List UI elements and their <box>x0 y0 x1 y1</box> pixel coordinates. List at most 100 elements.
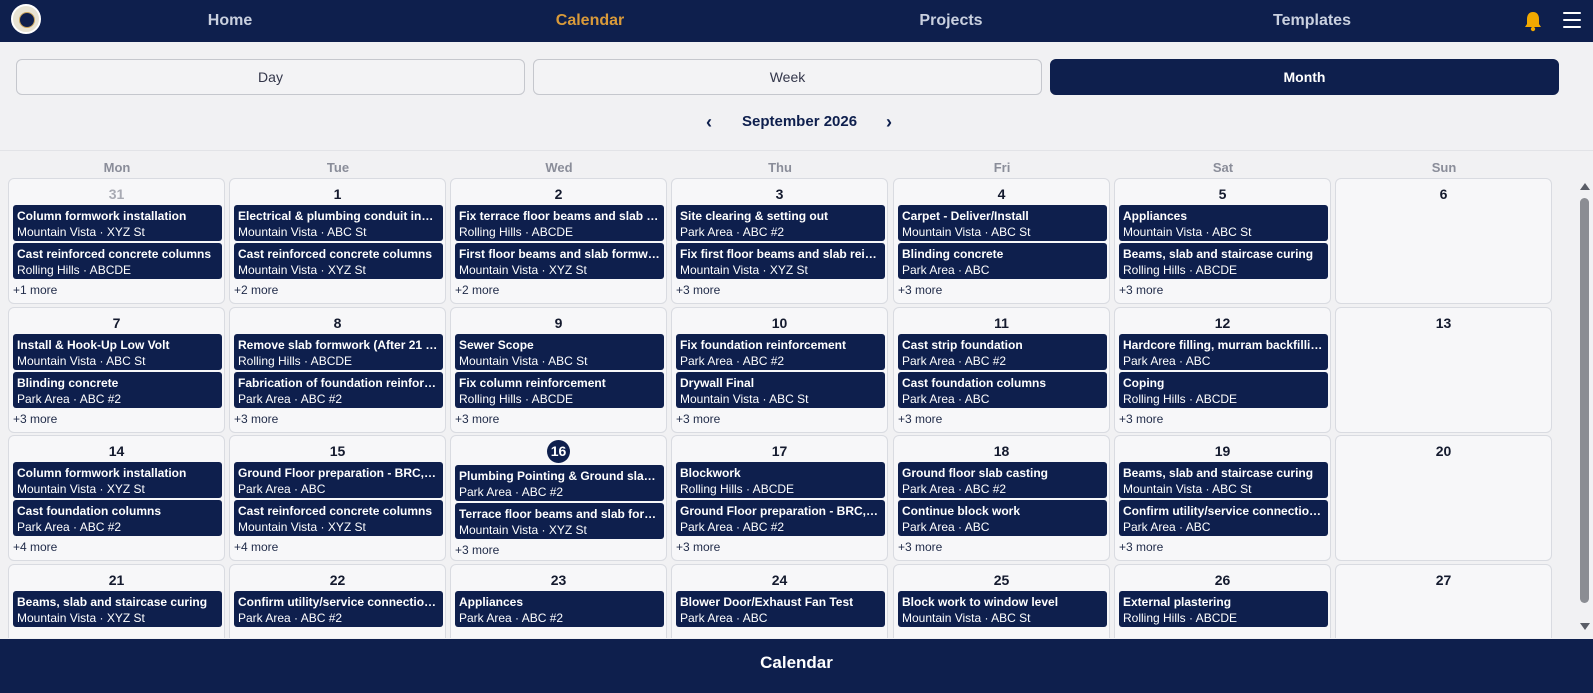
event-chip[interactable]: Blinding concrete Park Area · ABC <box>898 243 1107 279</box>
event-chip[interactable]: Ground floor slab casting Park Area · ABC… <box>898 462 1107 498</box>
event-chip[interactable]: Blower Door/Exhaust Fan Test Park Area · … <box>676 591 885 627</box>
event-chip[interactable]: Blinding concrete Park Area · ABC #2 <box>13 372 222 408</box>
event-chip[interactable]: Carpet - Deliver/Install Mountain Vista ·… <box>898 205 1107 241</box>
nav-calendar[interactable]: Calendar <box>556 0 624 42</box>
view-day-button[interactable]: Day <box>16 59 525 95</box>
more-events-link[interactable]: +3 more <box>455 412 499 426</box>
day-cell[interactable]: 13 <box>1335 307 1552 433</box>
event-chip[interactable]: Plumbing Pointing & Ground slab f... Park… <box>455 465 664 501</box>
more-events-link[interactable]: +2 more <box>455 283 499 297</box>
day-cell[interactable]: 6 <box>1335 178 1552 304</box>
event-chip[interactable]: Beams, slab and staircase curing Rolling … <box>1119 243 1328 279</box>
day-cell[interactable]: 5 Appliances Mountain Vista · ABC St Beams,… <box>1114 178 1331 304</box>
event-chip[interactable]: Fix foundation reinforcement Park Area · … <box>676 334 885 370</box>
event-chip[interactable]: Continue block work Park Area · ABC <box>898 500 1107 536</box>
event-chip[interactable]: Fix terrace floor beams and slab rei... R… <box>455 205 664 241</box>
more-events-link[interactable]: +2 more <box>234 283 278 297</box>
day-cell[interactable]: 20 <box>1335 435 1552 561</box>
event-chip[interactable]: Beams, slab and staircase curing Mountain… <box>1119 462 1328 498</box>
day-cell[interactable]: 21 Beams, slab and staircase curing Mounta… <box>8 564 225 638</box>
event-chip[interactable]: Cast reinforced concrete columns Mountain… <box>234 243 443 279</box>
scrollbar-thumb[interactable] <box>1580 198 1589 603</box>
day-cell[interactable]: 10 Fix foundation reinforcement Park Area … <box>671 307 888 433</box>
more-events-link[interactable]: +3 more <box>898 283 942 297</box>
event-chip[interactable]: Block work to window level Mountain Vista… <box>898 591 1107 627</box>
event-chip[interactable]: Appliances Park Area · ABC #2 <box>455 591 664 627</box>
event-chip[interactable]: External plastering Rolling Hills · ABCDE <box>1119 591 1328 627</box>
more-events-link[interactable]: +1 more <box>13 283 57 297</box>
event-chip[interactable]: Electrical & plumbing conduit insta... Mo… <box>234 205 443 241</box>
day-cell[interactable]: 25 Block work to window level Mountain Vis… <box>893 564 1110 638</box>
more-events-link[interactable]: +3 more <box>676 412 720 426</box>
day-cell[interactable]: 1 Electrical & plumbing conduit insta... M… <box>229 178 446 304</box>
more-events-link[interactable]: +3 more <box>1119 540 1163 554</box>
scroll-up-arrow-icon[interactable] <box>1580 183 1590 190</box>
more-events-link[interactable]: +4 more <box>13 540 57 554</box>
day-cell[interactable]: 17 Blockwork Rolling Hills · ABCDE Ground F… <box>671 435 888 561</box>
more-events-link[interactable]: +3 more <box>1119 412 1163 426</box>
event-chip[interactable]: Cast strip foundation Park Area · ABC #2 <box>898 334 1107 370</box>
event-chip[interactable]: Appliances Mountain Vista · ABC St <box>1119 205 1328 241</box>
event-chip[interactable]: Fabrication of foundation reinforce... Pa… <box>234 372 443 408</box>
prev-month-button[interactable]: ‹ <box>706 112 712 132</box>
more-events-link[interactable]: +3 more <box>898 412 942 426</box>
day-cell[interactable]: 12 Hardcore filling, murram backfillin...… <box>1114 307 1331 433</box>
event-chip[interactable]: Sewer Scope Mountain Vista · ABC St <box>455 334 664 370</box>
day-cell[interactable]: 26 External plastering Rolling Hills · ABC… <box>1114 564 1331 638</box>
day-cell[interactable]: 11 Cast strip foundation Park Area · ABC #… <box>893 307 1110 433</box>
day-cell[interactable]: 4 Carpet - Deliver/Install Mountain Vista … <box>893 178 1110 304</box>
event-chip[interactable]: Cast foundation columns Park Area · ABC <box>898 372 1107 408</box>
more-events-link[interactable]: +3 more <box>455 543 499 557</box>
more-events-link[interactable]: +3 more <box>676 283 720 297</box>
day-cell[interactable]: 7 Install & Hook-Up Low Volt Mountain Vist… <box>8 307 225 433</box>
event-chip[interactable]: Hardcore filling, murram backfillin... Pa… <box>1119 334 1328 370</box>
grid-scrollbar[interactable] <box>1577 178 1593 638</box>
day-cell[interactable]: 9 Sewer Scope Mountain Vista · ABC St Fix c… <box>450 307 667 433</box>
day-cell[interactable]: 27 <box>1335 564 1552 638</box>
view-month-button[interactable]: Month <box>1050 59 1559 95</box>
day-cell[interactable]: 22 Confirm utility/service connection ...… <box>229 564 446 638</box>
nav-projects[interactable]: Projects <box>919 0 982 42</box>
event-chip[interactable]: Site clearing & setting out Park Area · A… <box>676 205 885 241</box>
month-grid[interactable]: 31 Column formwork installation Mountain V… <box>0 178 1577 638</box>
day-cell[interactable]: 23 Appliances Park Area · ABC #2 <box>450 564 667 638</box>
day-cell[interactable]: 3 Site clearing & setting out Park Area · … <box>671 178 888 304</box>
event-chip[interactable]: Confirm utility/service connection ... Pa… <box>1119 500 1328 536</box>
day-cell[interactable]: 18 Ground floor slab casting Park Area · A… <box>893 435 1110 561</box>
event-chip[interactable]: Install & Hook-Up Low Volt Mountain Vista… <box>13 334 222 370</box>
event-chip[interactable]: Drywall Final Mountain Vista · ABC St <box>676 372 885 408</box>
day-cell[interactable]: 15 Ground Floor preparation - BRC, D... Pa… <box>229 435 446 561</box>
event-chip[interactable]: Column formwork installation Mountain Vis… <box>13 462 222 498</box>
more-events-link[interactable]: +3 more <box>13 412 57 426</box>
event-chip[interactable]: Beams, slab and staircase curing Mountain… <box>13 591 222 627</box>
view-week-button[interactable]: Week <box>533 59 1042 95</box>
day-cell[interactable]: 16 Plumbing Pointing & Ground slab f... Pa… <box>450 435 667 561</box>
day-cell[interactable]: 14 Column formwork installation Mountain V… <box>8 435 225 561</box>
bell-icon[interactable] <box>1523 10 1543 32</box>
event-chip[interactable]: Cast reinforced concrete columns Mountain… <box>234 500 443 536</box>
event-chip[interactable]: First floor beams and slab formwork Mount… <box>455 243 664 279</box>
event-chip[interactable]: Column formwork installation Mountain Vis… <box>13 205 222 241</box>
more-events-link[interactable]: +3 more <box>234 412 278 426</box>
event-chip[interactable]: Terrace floor beams and slab form... Moun… <box>455 503 664 539</box>
day-cell[interactable]: 19 Beams, slab and staircase curing Mounta… <box>1114 435 1331 561</box>
event-chip[interactable]: Cast reinforced concrete columns Rolling … <box>13 243 222 279</box>
hamburger-menu-icon[interactable] <box>1563 12 1581 28</box>
next-month-button[interactable]: › <box>886 112 892 132</box>
event-chip[interactable]: Cast foundation columns Park Area · ABC #… <box>13 500 222 536</box>
day-cell[interactable]: 8 Remove slab formwork (After 21 da... Rol… <box>229 307 446 433</box>
more-events-link[interactable]: +3 more <box>898 540 942 554</box>
nav-templates[interactable]: Templates <box>1273 0 1351 42</box>
event-chip[interactable]: Ground Floor preparation - BRC, D... Park… <box>676 500 885 536</box>
scroll-down-arrow-icon[interactable] <box>1580 623 1590 630</box>
day-cell[interactable]: 24 Blower Door/Exhaust Fan Test Park Area … <box>671 564 888 638</box>
nav-home[interactable]: Home <box>208 0 252 42</box>
app-logo[interactable] <box>11 4 41 34</box>
day-cell[interactable]: 2 Fix terrace floor beams and slab rei...… <box>450 178 667 304</box>
event-chip[interactable]: Fix column reinforcement Rolling Hills · … <box>455 372 664 408</box>
event-chip[interactable]: Blockwork Rolling Hills · ABCDE <box>676 462 885 498</box>
day-cell[interactable]: 31 Column formwork installation Mountain V… <box>8 178 225 304</box>
more-events-link[interactable]: +3 more <box>1119 283 1163 297</box>
more-events-link[interactable]: +4 more <box>234 540 278 554</box>
event-chip[interactable]: Fix first floor beams and slab reinfo...… <box>676 243 885 279</box>
